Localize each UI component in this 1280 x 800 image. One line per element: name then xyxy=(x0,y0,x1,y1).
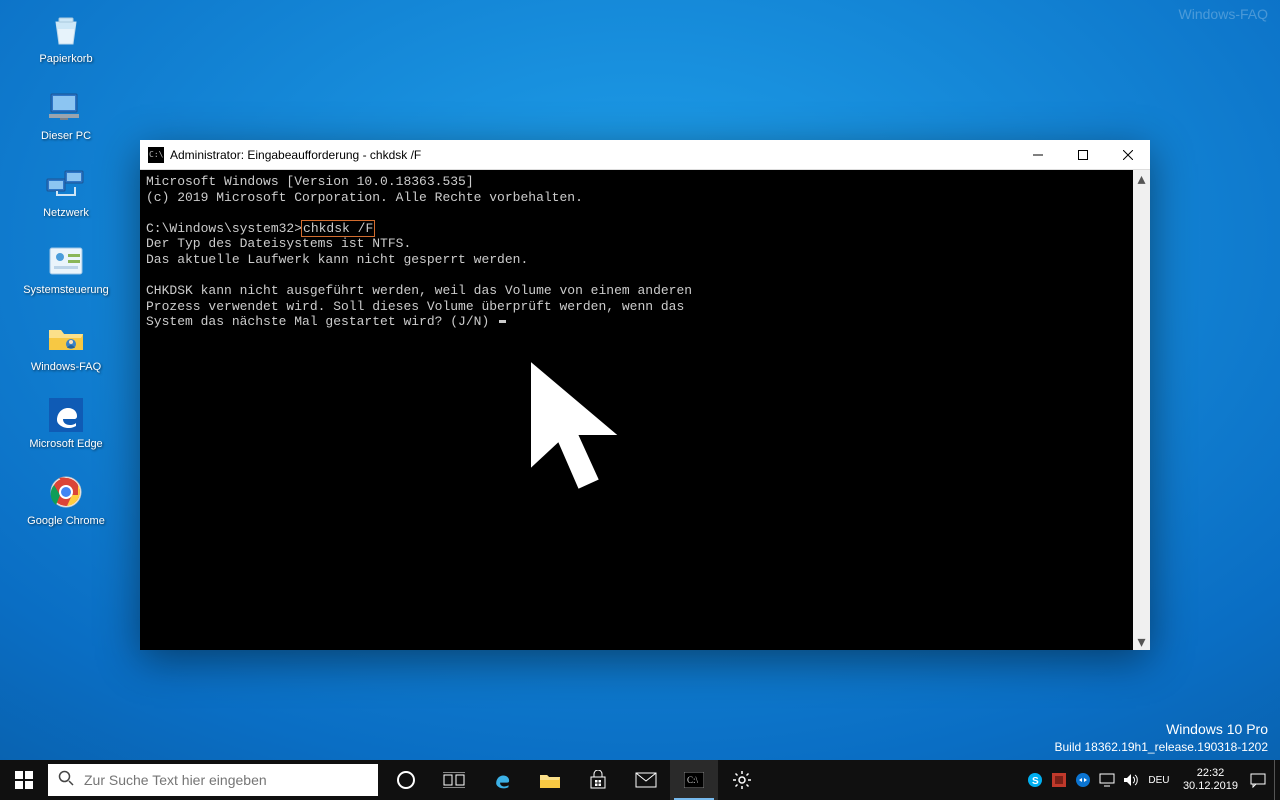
taskbar-store[interactable] xyxy=(574,760,622,800)
network-icon xyxy=(6,164,126,204)
cortana-button[interactable] xyxy=(382,760,430,800)
titlebar[interactable]: Administrator: Eingabeaufforderung - chk… xyxy=(140,140,1150,170)
start-button[interactable] xyxy=(0,760,48,800)
folder-icon xyxy=(6,318,126,358)
tray-app-icon[interactable] xyxy=(1047,760,1071,800)
search-input[interactable] xyxy=(84,772,378,788)
chrome-icon xyxy=(6,472,126,512)
search-box[interactable] xyxy=(48,764,378,796)
desktop-icon-label: Microsoft Edge xyxy=(6,438,126,450)
search-icon xyxy=(48,770,84,791)
taskbar-mail[interactable] xyxy=(622,760,670,800)
maximize-button[interactable] xyxy=(1060,140,1105,170)
computer-icon xyxy=(6,87,126,127)
taskbar-edge[interactable] xyxy=(478,760,526,800)
cmd-icon xyxy=(148,147,164,163)
tray-clock[interactable]: 22:32 30.12.2019 xyxy=(1175,767,1246,793)
command-prompt-window[interactable]: Administrator: Eingabeaufforderung - chk… xyxy=(140,140,1150,650)
svg-text:S: S xyxy=(1032,776,1039,787)
minimize-button[interactable] xyxy=(1015,140,1060,170)
svg-text:C:\: C:\ xyxy=(687,775,699,785)
watermark-build: Build 18362.19h1_release.190318-1202 xyxy=(1054,739,1268,756)
edge-icon xyxy=(6,395,126,435)
task-view-button[interactable] xyxy=(430,760,478,800)
desktop-icon-network[interactable]: Netzwerk xyxy=(6,164,126,219)
taskbar[interactable]: C:\ S DEU 22:32 30.12.2019 xyxy=(0,760,1280,800)
close-button[interactable] xyxy=(1105,140,1150,170)
tray-monitor-icon[interactable] xyxy=(1095,760,1119,800)
system-tray[interactable]: S DEU 22:32 30.12.2019 xyxy=(1023,760,1280,800)
taskbar-settings[interactable] xyxy=(718,760,766,800)
scrollbar[interactable]: ▴ ▾ xyxy=(1133,170,1150,650)
recycle-bin-icon xyxy=(6,10,126,50)
tray-volume-icon[interactable] xyxy=(1119,760,1143,800)
highlighted-command: chkdsk /F xyxy=(302,221,374,236)
tray-language-icon[interactable]: DEU xyxy=(1143,760,1175,800)
desktop-icon-label: Dieser PC xyxy=(6,130,126,142)
terminal-output[interactable]: Microsoft Windows [Version 10.0.18363.53… xyxy=(140,170,1133,650)
desktop[interactable]: Windows-FAQ Windows 10 Pro Build 18362.1… xyxy=(0,0,1280,800)
tray-teamviewer-icon[interactable] xyxy=(1071,760,1095,800)
desktop-icon-chrome[interactable]: Google Chrome xyxy=(6,472,126,527)
desktop-icon-label: Papierkorb xyxy=(6,53,126,65)
text-cursor xyxy=(499,320,506,323)
desktop-icon-windows-faq[interactable]: Windows-FAQ xyxy=(6,318,126,373)
desktop-icon-label: Systemsteuerung xyxy=(6,284,126,296)
desktop-icon-label: Windows-FAQ xyxy=(6,361,126,373)
taskbar-explorer[interactable] xyxy=(526,760,574,800)
desktop-icon-label: Google Chrome xyxy=(6,515,126,527)
window-title: Administrator: Eingabeaufforderung - chk… xyxy=(170,148,1015,162)
watermark-bottom: Windows 10 Pro Build 18362.19h1_release.… xyxy=(1054,720,1268,756)
desktop-icon-control-panel[interactable]: Systemsteuerung xyxy=(6,241,126,296)
clock-time: 22:32 xyxy=(1183,767,1238,780)
taskbar-cmd[interactable]: C:\ xyxy=(670,760,718,800)
scroll-down-button[interactable]: ▾ xyxy=(1133,633,1150,650)
desktop-icon-edge[interactable]: Microsoft Edge xyxy=(6,395,126,450)
desktop-icon-this-pc[interactable]: Dieser PC xyxy=(6,87,126,142)
tray-skype-icon[interactable]: S xyxy=(1023,760,1047,800)
show-desktop-button[interactable] xyxy=(1274,760,1280,800)
windows-logo-icon xyxy=(15,771,33,789)
action-center-button[interactable] xyxy=(1246,760,1270,800)
control-panel-icon xyxy=(6,241,126,281)
watermark-edition: Windows 10 Pro xyxy=(1054,720,1268,740)
desktop-icon-recycle-bin[interactable]: Papierkorb xyxy=(6,10,126,65)
watermark-top: Windows-FAQ xyxy=(1179,6,1268,22)
desktop-icon-label: Netzwerk xyxy=(6,207,126,219)
clock-date: 30.12.2019 xyxy=(1183,780,1238,793)
scroll-up-button[interactable]: ▴ xyxy=(1133,170,1150,187)
